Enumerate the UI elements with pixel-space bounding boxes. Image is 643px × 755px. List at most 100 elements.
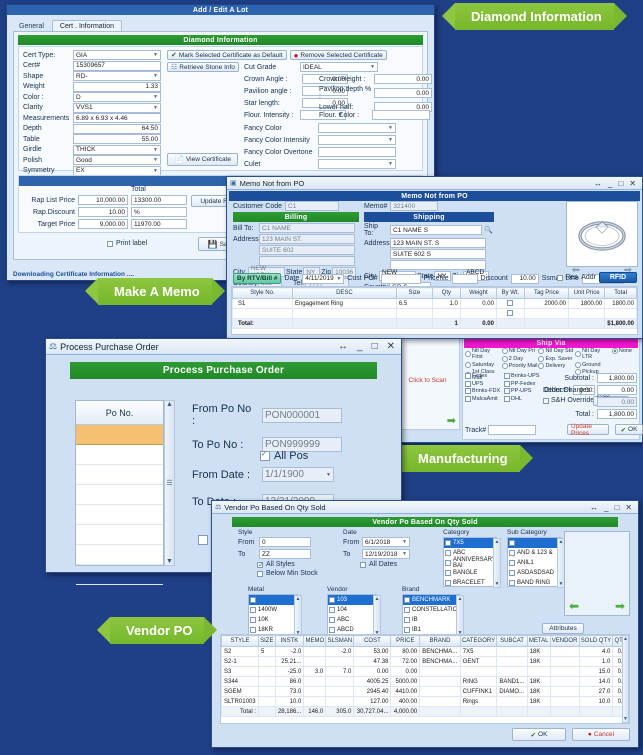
- vendorpo-ok-button[interactable]: ✔ OK: [512, 728, 566, 741]
- shipvia-check-row[interactable]: PP-UPS: [504, 388, 541, 394]
- lot-field-input[interactable]: THICK ▼: [73, 144, 161, 155]
- cell-tag-price[interactable]: [523, 308, 570, 319]
- cell-style[interactable]: S2: [221, 646, 260, 657]
- all-dates-checkbox[interactable]: [360, 561, 366, 568]
- memo-date-combo[interactable]: 4/11/2019 ▼: [302, 273, 345, 284]
- maximize-icon[interactable]: □: [614, 503, 619, 512]
- list-item-checkbox[interactable]: [329, 617, 335, 623]
- shipvia-radio-row[interactable]: Exp. Saver: [538, 355, 574, 362]
- vendorpo-col-header[interactable]: PRICE: [390, 635, 421, 647]
- cell-brand[interactable]: BENCHMA...: [419, 646, 461, 657]
- ppo-titlebar[interactable]: ⚖ Process Purchase Order ↔ _ □ ✕: [46, 339, 401, 355]
- category-listbox[interactable]: 7X5 ABC ANNIVERSARY BAI BANGLE BRACELET: [443, 537, 497, 587]
- cell-total[interactable]: 1800.00: [604, 298, 637, 309]
- memo-col-header[interactable]: Style No.: [232, 287, 293, 299]
- cell-vendor[interactable]: [549, 656, 580, 667]
- list-item[interactable]: 104: [328, 605, 376, 615]
- cell-price[interactable]: 400.00: [390, 696, 421, 707]
- shipvia-radio[interactable]: [575, 361, 582, 368]
- cell-cost[interactable]: 4005.25: [353, 676, 392, 687]
- cell-style[interactable]: S1: [232, 298, 293, 309]
- cell-memo[interactable]: 3.0: [303, 666, 327, 677]
- vendorpo-col-header[interactable]: INSTK: [274, 635, 305, 647]
- table-row[interactable]: S3-25.03.07.00.000.0015.00.0: [221, 666, 629, 677]
- shipvia-radio-row[interactable]: Ntl Day First: [465, 348, 501, 360]
- remove-cert-button[interactable]: ● Remove Selected Certificate: [289, 50, 387, 60]
- all-styles-checkbox[interactable]: [257, 561, 264, 569]
- list-item-checkbox[interactable]: [509, 560, 515, 566]
- cell-category[interactable]: 7X5: [459, 646, 498, 657]
- memo-col-header[interactable]: By Wt.: [495, 287, 525, 299]
- search-icon[interactable]: 🔍: [484, 226, 493, 234]
- shipvia-radio-row[interactable]: None: [611, 348, 637, 354]
- cell-category[interactable]: GENT: [459, 656, 498, 667]
- rapnet-row-value[interactable]: 10.00: [78, 207, 128, 217]
- res-addr-row[interactable]: Res. Addr: [557, 274, 596, 281]
- subcategory-listbox[interactable]: AND & 123 & ANIL1 ASDASDSAD BAND RING: [507, 537, 561, 587]
- scroll-up-icon[interactable]: ▲: [375, 596, 380, 602]
- po-no-row[interactable]: [76, 465, 163, 485]
- lot-field-input[interactable]: 15309657: [73, 60, 161, 71]
- list-item[interactable]: 10K: [249, 615, 297, 625]
- cell-vendor[interactable]: [549, 686, 580, 697]
- cell-size[interactable]: 5: [258, 646, 276, 657]
- list-item-checkbox[interactable]: [509, 580, 515, 586]
- update-prices-button[interactable]: Update Prices: [567, 423, 609, 437]
- cell-sold[interactable]: 10.0: [578, 696, 614, 707]
- print-label-checkbox[interactable]: [107, 240, 113, 247]
- po-no-listbox[interactable]: Po No. ▲ ☰ ▼: [75, 400, 175, 585]
- memo-grid[interactable]: Style No. DESC Size Qty Weight By Wt. Tag Pric…: [231, 286, 638, 335]
- memo-col-header[interactable]: Tag Price: [523, 287, 570, 299]
- memo-col-header[interactable]: DESC: [291, 287, 397, 299]
- cell-instk[interactable]: 73.0: [274, 686, 305, 697]
- list-item-checkbox[interactable]: [445, 550, 451, 556]
- cell-vendor[interactable]: [549, 676, 580, 687]
- cell-memo[interactable]: [303, 686, 327, 697]
- rapnet-row-value[interactable]: 10,000.00: [78, 195, 128, 205]
- vendorpo-col-header[interactable]: CATEGORY: [459, 635, 498, 647]
- cell-slsman[interactable]: 7.0: [325, 666, 355, 677]
- memo-grid-table[interactable]: Style No. DESC Size Qty Weight By Wt. Tag Pric…: [232, 287, 637, 329]
- list-item-checkbox[interactable]: [329, 607, 335, 613]
- memo-col-header[interactable]: Size: [395, 287, 433, 299]
- print-label-row[interactable]: Print label: [107, 240, 147, 247]
- memo-col-header[interactable]: Weight: [459, 287, 497, 299]
- cell-slsman[interactable]: [325, 676, 355, 687]
- fancy-field-input[interactable]: ▼: [318, 123, 396, 133]
- bill-address2-input[interactable]: SUITE 602: [259, 245, 355, 255]
- vendor-po-window[interactable]: ⚖ Vendor Po Based On Qty Sold ↔ _ □ ✕ Ve…: [211, 500, 639, 748]
- list-item[interactable]: ABC: [328, 615, 376, 625]
- shipvia-checkbox[interactable]: [465, 380, 471, 387]
- cell-subcat[interactable]: DIAMO...: [496, 686, 528, 697]
- shipvia-window[interactable]: Click to Scan ➡ Ship Via Ntl Day First S…: [393, 333, 643, 443]
- vendorpo-col-header[interactable]: MEMO: [303, 635, 327, 647]
- vendorpo-col-header[interactable]: VENDOR: [549, 635, 580, 647]
- list-item-checkbox[interactable]: [250, 597, 256, 603]
- cell-metal[interactable]: 18K: [526, 686, 551, 697]
- cell-sold[interactable]: 27.0: [578, 686, 614, 697]
- memo-number-input[interactable]: 321400: [390, 201, 439, 211]
- cell-weight[interactable]: [459, 308, 497, 319]
- scroll-down-icon[interactable]: ▼: [559, 581, 564, 587]
- cell-instk[interactable]: 25.21...: [274, 656, 305, 667]
- table-row[interactable]: S2 5 -2.0 -2.0 53.00 80.00 BENCHMA... 7X5 18K 4.0…: [221, 646, 629, 657]
- cell-price[interactable]: 5000.00: [390, 676, 421, 687]
- list-item-checkbox[interactable]: [329, 597, 335, 603]
- retrieve-stone-info-button[interactable]: ☷ Retrieve Stone Info: [167, 62, 239, 72]
- po-no-row[interactable]: [76, 525, 163, 545]
- tab-general[interactable]: General: [13, 22, 50, 31]
- table-row[interactable]: S1 Engagement Ring 6.5 1.0 0.00 2000.00 …: [232, 298, 637, 309]
- lot-field-input[interactable]: VVS1 ▼: [73, 102, 161, 113]
- maximize-icon[interactable]: □: [372, 341, 378, 352]
- list-item[interactable]: 7X5: [444, 538, 496, 548]
- vendorpo-col-header[interactable]: SUBCAT: [496, 635, 528, 647]
- close-icon[interactable]: ✕: [387, 341, 395, 352]
- shipvia-check-row[interactable]: UPS: [465, 380, 502, 387]
- shipvia-check-row[interactable]: Brinks-UPS: [504, 373, 541, 379]
- all-pos-checkbox[interactable]: [260, 450, 270, 461]
- shipvia-radio-row[interactable]: Ntl Day Pri: [501, 348, 538, 354]
- shipvia-radio-row[interactable]: Saturday: [465, 361, 501, 368]
- memo-col-header[interactable]: Unit Price: [568, 287, 606, 299]
- vendor-listbox[interactable]: 103 104 ABC ABCD: [327, 594, 377, 636]
- cell-size[interactable]: [258, 696, 276, 707]
